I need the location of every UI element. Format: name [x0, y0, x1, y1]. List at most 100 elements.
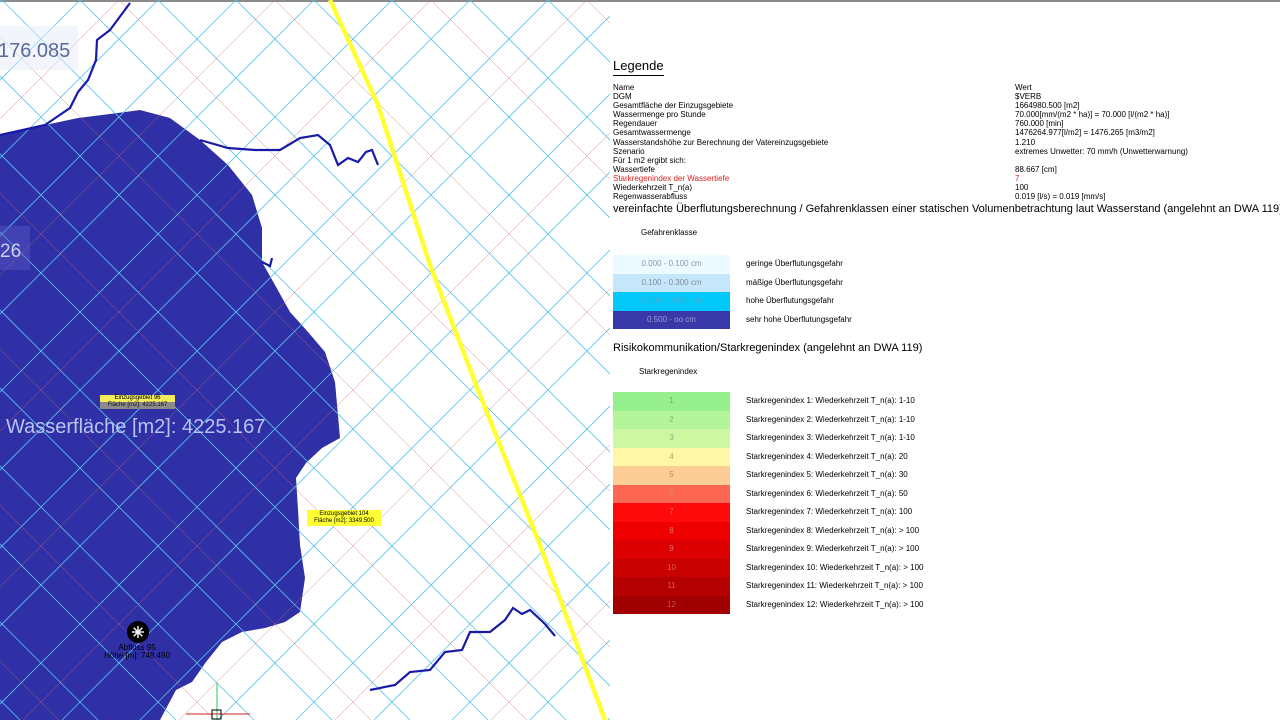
risk-class-row-label: Starkregenindex 12: Wiederkehrzeit T_n(a… — [746, 599, 924, 609]
risk-class-row-label: Starkregenindex 4: Wiederkehrzeit T_n(a)… — [746, 451, 908, 461]
flood-class-row: 0.100 - 0.300 cm mäßige Überflutungsgefah… — [613, 273, 1280, 293]
legend-row-name: Wiederkehrzeit T_n(a) — [613, 183, 692, 193]
risk-class-row-label: Starkregenindex 11: Wiederkehrzeit T_n(a… — [746, 581, 923, 591]
catchment-boundary-south[interactable] — [369, 606, 556, 692]
legend-row-value: 0.019 [l/s) = 0.019 [mm/s] — [1015, 192, 1106, 202]
legend-row: DGM $VERB — [613, 92, 1280, 101]
risk-class-row: 7 Starkregenindex 7: Wiederkehrzeit T_n(a… — [613, 503, 1280, 522]
catchment-96-tag[interactable]: Einzugsgebiet 96 Fläche [m2]: 4225.167 — [100, 395, 175, 409]
legend-title: Legende — [613, 58, 664, 76]
header-value: Wert — [1015, 83, 1032, 92]
flood-class-row-swatch: 0.000 - 0.100 cm — [613, 255, 730, 274]
risk-heading: Risikokommunikation/Starkregenindex (ang… — [613, 342, 923, 355]
legend-row: Gesamtfläche der Einzugsgebiete 1664980.5… — [613, 101, 1280, 110]
risk-class-row: 5 Starkregenindex 5: Wiederkehrzeit T_n(a… — [613, 466, 1280, 485]
legend-row-name: Regendauer — [613, 119, 658, 129]
outlet-icon[interactable] — [127, 621, 149, 643]
legend-row-name: Regenwasserabfluss — [613, 192, 688, 202]
risk-class-row-label: Starkregenindex 9: Wiederkehrzeit T_n(a)… — [746, 544, 920, 554]
risk-class-row: 11 Starkregenindex 11: Wiederkehrzeit T_n… — [613, 577, 1280, 596]
catchment-96-name: Einzugsgebiet 96 — [100, 395, 175, 402]
legend-row: Für 1 m2 ergibt sich: — [613, 156, 1280, 165]
main-boundary-yellow[interactable] — [327, 0, 608, 720]
risk-class-row: 10 Starkregenindex 10: Wiederkehrzeit T_n… — [613, 558, 1280, 578]
legend-row-name: Wasserstandshöhe zur Berechnung der Vate… — [613, 137, 829, 147]
legend-row-value: $VERB — [1015, 92, 1042, 102]
legend-row-value: 1476264.977[l/m2] = 1476.265 [m3/m2] — [1015, 128, 1155, 138]
risk-class-row-label: Starkregenindex 6: Wiederkehrzeit T_n(a)… — [746, 488, 908, 498]
flood-class-row-label: sehr hohe Überflutungsgefahr — [746, 314, 852, 324]
risk-class-row: 8 Starkregenindex 8: Wiederkehrzeit T_n(a… — [613, 521, 1280, 541]
risk-class-row-label: Starkregenindex 1: Wiederkehrzeit T_n(a)… — [746, 396, 915, 406]
legend-row-value: 1664980.500 [m2] — [1015, 101, 1080, 111]
risk-class-row: 2 Starkregenindex 2: Wiederkehrzeit T_n(a… — [613, 410, 1280, 430]
legend-row: Regenwasserabfluss 0.019 [l/s) = 0.019 [m… — [613, 192, 1280, 201]
risk-class-row: 6 Starkregenindex 6: Wiederkehrzeit T_n(a… — [613, 484, 1280, 504]
flood-class-row: 0.300 - 0.500 cm hohe Überflutungsgefahr — [613, 292, 1280, 311]
legend-table-header: Name Wert — [613, 83, 1280, 92]
legend-panel: Legende Name Wert DGM $VERB Gesamtfläche d… — [613, 57, 1280, 615]
risk-class-row-swatch: 1 — [613, 392, 730, 411]
risk-class-row-swatch: 6 — [613, 484, 730, 504]
legend-row: Wassertiefe 88.667 [cm] — [613, 165, 1280, 174]
water-area-label: Wasserfläche [m2]: 4225.167 — [6, 416, 266, 438]
legend-row: Wassermenge pro Stunde 70.000[mm/(m2 * ha… — [613, 110, 1280, 119]
risk-class-row-swatch: 2 — [613, 410, 730, 430]
outlet-height: Höhe [m]: 748.490 — [104, 651, 170, 660]
catchment-104-tag[interactable]: Einzugsgebiet 104 Fläche [m2]: 3349.500 — [307, 510, 381, 526]
legend-row-name: Wassermenge pro Stunde — [613, 110, 706, 120]
flood-class-row-swatch: 0.100 - 0.300 cm — [613, 273, 730, 293]
legend-row-value: 7 — [1015, 173, 1020, 183]
risk-class-row-swatch: 7 — [613, 503, 730, 522]
legend-row: Wiederkehrzeit T_n(a) 100 — [613, 183, 1280, 192]
risk-class-list: 1 Starkregenindex 1: Wiederkehrzeit T_n(a… — [613, 392, 1280, 615]
risk-class-row: 12 Starkregenindex 12: Wiederkehrzeit T_n… — [613, 595, 1280, 615]
risk-class-row-swatch: 12 — [613, 595, 730, 615]
risk-class-row-swatch: 5 — [613, 466, 730, 485]
flood-class-row: 0.000 - 0.100 cm geringe Überflutungsgefa… — [613, 255, 1280, 274]
flood-class-row-label: mäßige Überflutungsgefahr — [746, 277, 843, 287]
header-name: Name — [613, 83, 635, 92]
legend-properties-table: Name Wert DGM $VERB Gesamtfläche der Einzu… — [613, 83, 1280, 201]
risk-class-row-label: Starkregenindex 5: Wiederkehrzeit T_n(a)… — [746, 470, 908, 480]
risk-class-row-swatch: 11 — [613, 577, 730, 596]
top-value-label: 176.085 — [0, 40, 71, 62]
legend-row-value: 88.667 [cm] — [1015, 164, 1057, 174]
risk-class-row-label: Starkregenindex 8: Wiederkehrzeit T_n(a)… — [746, 525, 920, 535]
legend-row-name: Gesamtfläche der Einzugsgebiete — [613, 101, 734, 111]
outlet-label[interactable]: Abfluss 95 Höhe [m]: 748.490 — [98, 644, 176, 660]
risk-col-header: Starkregenindex — [639, 367, 698, 377]
risk-class-row-label: Starkregenindex 3: Wiederkehrzeit T_n(a)… — [746, 433, 915, 443]
risk-class-row-swatch: 4 — [613, 447, 730, 467]
flood-class-row-swatch: 0.300 - 0.500 cm — [613, 292, 730, 311]
legend-row-value: 70.000[mm/(m2 * ha)] = 70.000 [l/(m2 * h… — [1015, 110, 1170, 120]
mid-value-label: 26 — [0, 241, 22, 262]
risk-class-row-label: Starkregenindex 2: Wiederkehrzeit T_n(a)… — [746, 414, 915, 424]
flood-class-row-label: geringe Überflutungsgefahr — [746, 259, 843, 269]
legend-row-value: 100 — [1015, 183, 1029, 193]
risk-class-row-swatch: 8 — [613, 521, 730, 541]
risk-class-row-swatch: 3 — [613, 429, 730, 448]
legend-row-value: 1.210 — [1015, 137, 1036, 147]
legend-row: Wasserstandshöhe zur Berechnung der Vate… — [613, 138, 1280, 147]
legend-row-name: Für 1 m2 ergibt sich: — [613, 155, 686, 165]
legend-row-value: extremes Unwetter: 70 mm/h (Unwetterwarn… — [1015, 146, 1188, 156]
risk-class-row-swatch: 10 — [613, 558, 730, 578]
legend-row: Regendauer 760.000 [min] — [613, 119, 1280, 128]
catchment-boundary-inner[interactable] — [199, 133, 380, 167]
legend-row-name: DGM — [613, 92, 632, 102]
flood-class-row-swatch: 0.500 - oo cm — [613, 310, 730, 330]
risk-class-row: 3 Starkregenindex 3: Wiederkehrzeit T_n(a… — [613, 429, 1280, 448]
catchment-96-area: Fläche [m2]: 4225.167 — [100, 402, 175, 409]
legend-row-name: Gesamtwassermenge — [613, 128, 691, 138]
risk-class-row: 4 Starkregenindex 4: Wiederkehrzeit T_n(a… — [613, 447, 1280, 467]
risk-class-row-label: Starkregenindex 7: Wiederkehrzeit T_n(a)… — [746, 507, 913, 517]
legend-row-name: Starkregenindex der Wassertiefe — [613, 173, 730, 183]
legend-row: Gesamtwassermenge 1476264.977[l/m2] = 147… — [613, 128, 1280, 137]
catchment-104-area: Fläche [m2]: 3349.500 — [314, 518, 374, 524]
legend-row: Starkregenindex der Wassertiefe 7 — [613, 174, 1280, 183]
legend-row-name: Wassertiefe — [613, 164, 655, 174]
legend-row: Szenario extremes Unwetter: 70 mm/h (Unwe… — [613, 147, 1280, 156]
flood-class-list: 0.000 - 0.100 cm geringe Überflutungsgefa… — [613, 255, 1280, 330]
legend-row-value: 760.000 [min] — [1015, 119, 1064, 129]
